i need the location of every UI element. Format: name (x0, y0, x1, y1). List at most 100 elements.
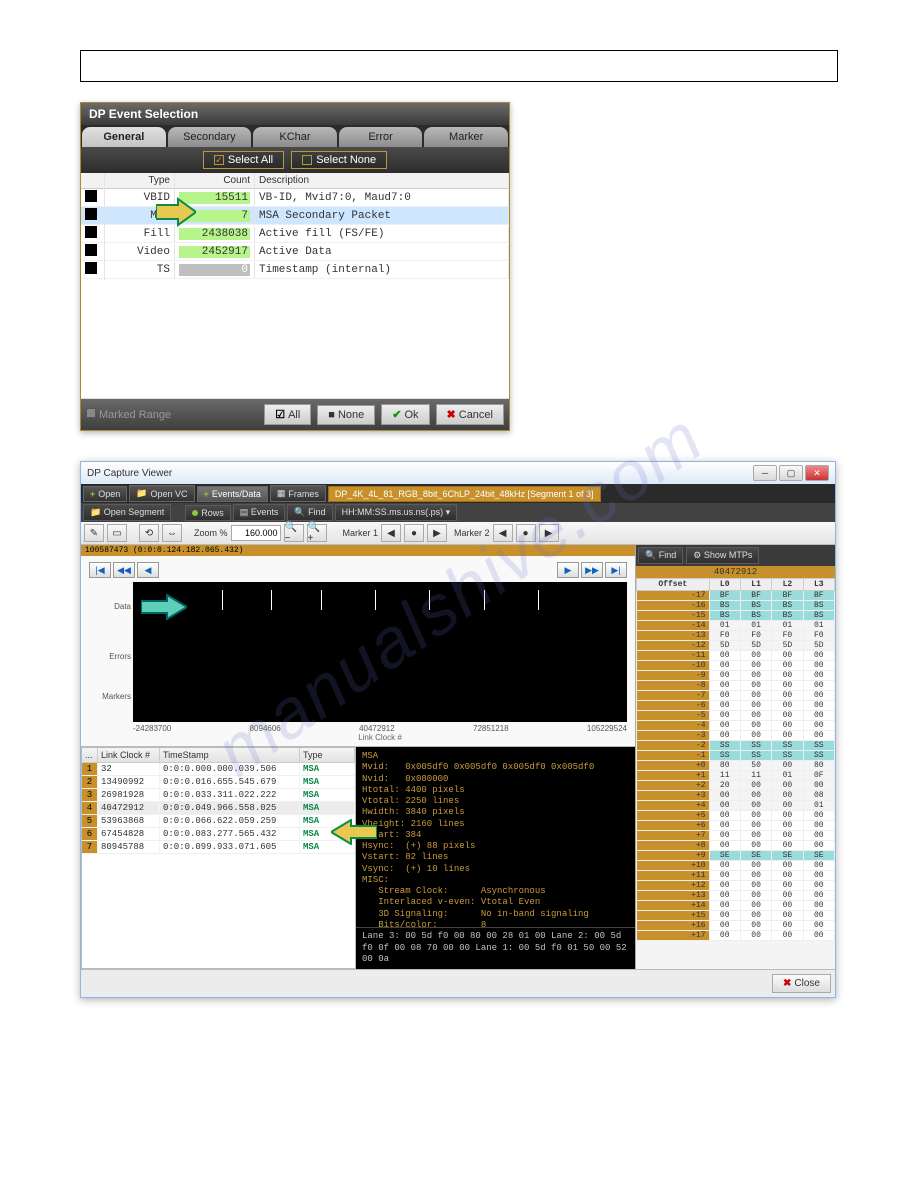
tab-kchar[interactable]: KChar (253, 127, 337, 147)
event-row[interactable]: Fill2438038Active fill (FS/FE) (81, 225, 509, 243)
mtp-row[interactable]: +400000001 (637, 801, 835, 811)
event-row[interactable]: TS0Timestamp (internal) (81, 261, 509, 279)
select-all-button[interactable]: Select All (203, 151, 284, 169)
tool-button[interactable]: ✎ (84, 524, 104, 542)
col-index[interactable]: ... (82, 748, 98, 762)
show-mtps-button[interactable]: ⚙ Show MTPs (686, 547, 759, 564)
events-button[interactable]: ▤ Events (233, 504, 286, 521)
marker2-next-button[interactable]: ▶ (539, 524, 559, 542)
event-row[interactable]: 4404729120:0:0.049.966.558.025MSA (82, 802, 355, 815)
time-format-selector[interactable]: HH:MM:SS.ms.us.ns(.ps) ▾ (335, 504, 458, 521)
event-row[interactable]: VBID15511VB-ID, Mvid7:0, Maud7:0 (81, 189, 509, 207)
events-data-tab[interactable]: +Events/Data (197, 486, 268, 502)
marker1-next-button[interactable]: ▶ (427, 524, 447, 542)
mtp-row[interactable]: +1600000000 (637, 921, 835, 931)
marker1-set-button[interactable]: ● (404, 524, 424, 542)
mtp-row[interactable]: +1300000000 (637, 891, 835, 901)
nav-next-button[interactable]: ▶ (557, 562, 579, 578)
mtp-row[interactable]: +700000000 (637, 831, 835, 841)
checkbox[interactable] (85, 244, 97, 256)
right-find-button[interactable]: 🔍 Find (638, 547, 683, 564)
mtp-col[interactable]: L0 (709, 579, 740, 591)
event-row[interactable]: 6674548280:0:0.083.277.565.432MSA (82, 828, 355, 841)
marker1-prev-button[interactable]: ◀ (381, 524, 401, 542)
open-button[interactable]: +Open (83, 486, 127, 502)
zoom-out-button[interactable]: 🔍− (284, 524, 304, 542)
mtp-row[interactable]: -400000000 (637, 721, 835, 731)
event-row[interactable]: 7809457880:0:0.099.933.071.605MSA (82, 841, 355, 854)
tab-secondary[interactable]: Secondary (168, 127, 252, 147)
close-window-button[interactable]: ✕ (805, 465, 829, 481)
nav-rewind-button[interactable]: ◀◀ (113, 562, 135, 578)
mtp-row[interactable]: +800000000 (637, 841, 835, 851)
rows-button[interactable]: Rows (185, 505, 231, 521)
event-row[interactable]: 1320:0:0.000.000.039.506MSA (82, 763, 355, 776)
col-description[interactable]: Description (255, 173, 509, 188)
nav-forward-button[interactable]: ▶▶ (581, 562, 603, 578)
nav-first-button[interactable]: |◀ (89, 562, 111, 578)
mtp-row[interactable]: -500000000 (637, 711, 835, 721)
mtp-row[interactable]: -17BFBFBFBF (637, 591, 835, 601)
maximize-button[interactable]: ▢ (779, 465, 803, 481)
event-row[interactable]: 5539638680:0:0.066.622.059.259MSA (82, 815, 355, 828)
checkbox[interactable] (85, 226, 97, 238)
marker2-prev-button[interactable]: ◀ (493, 524, 513, 542)
mtp-row[interactable]: -300000000 (637, 731, 835, 741)
mtp-col[interactable]: L2 (772, 579, 803, 591)
mtp-row[interactable]: +220000000 (637, 781, 835, 791)
select-none-button[interactable]: Select None (291, 151, 387, 169)
col-timestamp[interactable]: TimeStamp (160, 748, 300, 762)
find-button[interactable]: 🔍 Find (287, 504, 332, 521)
mtp-row[interactable]: +1700000000 (637, 931, 835, 941)
mtp-row[interactable]: +500000000 (637, 811, 835, 821)
open-vc-button[interactable]: 📁Open VC (129, 485, 194, 502)
tool-button[interactable]: ▭ (107, 524, 127, 542)
tool-button[interactable]: ⇔ (162, 524, 182, 542)
all-button[interactable]: ☑All (264, 404, 311, 425)
open-segment-button[interactable]: 📁 Open Segment (83, 504, 171, 521)
mtp-row[interactable]: +11111010F (637, 771, 835, 781)
none-button[interactable]: ■ None (317, 405, 375, 425)
mtp-row[interactable]: -13F0F0F0F0 (637, 631, 835, 641)
mtp-row[interactable]: -800000000 (637, 681, 835, 691)
frames-tab[interactable]: ▦ Frames (270, 485, 326, 502)
mtp-row[interactable]: -15BSBSBSBS (637, 611, 835, 621)
col-clock[interactable]: Link Clock # (98, 748, 160, 762)
mtp-row[interactable]: -1401010101 (637, 621, 835, 631)
mtp-col[interactable]: Offset (637, 579, 710, 591)
event-row[interactable]: 3269819280:0:0.033.311.022.222MSA (82, 789, 355, 802)
mtp-row[interactable]: -700000000 (637, 691, 835, 701)
ok-button[interactable]: ✔Ok (381, 404, 429, 425)
mtp-row[interactable]: +080500080 (637, 761, 835, 771)
mtp-row[interactable]: -1100000000 (637, 651, 835, 661)
col-type[interactable]: Type (105, 173, 175, 188)
event-row[interactable]: 2134909920:0:0.016.655.545.679MSA (82, 776, 355, 789)
segment-label[interactable]: DP_4K_4L_81_RGB_8bit_6ChLP_24bit_48kHz [… (328, 486, 601, 502)
mtp-row[interactable]: -125D5D5D5D (637, 641, 835, 651)
mtp-col[interactable]: L1 (740, 579, 771, 591)
detail-panel[interactable]: MSA Mvid: 0x005df0 0x005df0 0x005df0 0x0… (356, 747, 635, 927)
nav-last-button[interactable]: ▶| (605, 562, 627, 578)
mtp-row[interactable]: -1SSSSSSSS (637, 751, 835, 761)
minimize-button[interactable]: ─ (753, 465, 777, 481)
mtp-row[interactable]: +1500000000 (637, 911, 835, 921)
mtp-table[interactable]: OffsetL0L1L2L3-17BFBFBFBF-16BSBSBSBS-15B… (636, 578, 835, 969)
checkbox[interactable] (85, 208, 97, 220)
tab-error[interactable]: Error (339, 127, 423, 147)
marked-range-toggle[interactable]: Marked Range (86, 408, 171, 421)
col-count[interactable]: Count (175, 173, 255, 188)
mtp-row[interactable]: +600000000 (637, 821, 835, 831)
mtp-row[interactable]: +1100000000 (637, 871, 835, 881)
waveform-canvas[interactable]: Data Errors Markers (133, 582, 627, 722)
mtp-row[interactable]: +1200000000 (637, 881, 835, 891)
mtp-col[interactable]: L3 (803, 579, 834, 591)
nav-prev-button[interactable]: ◀ (137, 562, 159, 578)
col-type[interactable]: Type (300, 748, 355, 762)
zoom-input[interactable] (231, 525, 281, 541)
tab-marker[interactable]: Marker (424, 127, 508, 147)
checkbox[interactable] (85, 190, 97, 202)
zoom-in-button[interactable]: 🔍+ (307, 524, 327, 542)
checkbox[interactable] (85, 262, 97, 274)
cancel-button[interactable]: ✖Cancel (436, 404, 504, 425)
mtp-row[interactable]: -2SSSSSSSS (637, 741, 835, 751)
